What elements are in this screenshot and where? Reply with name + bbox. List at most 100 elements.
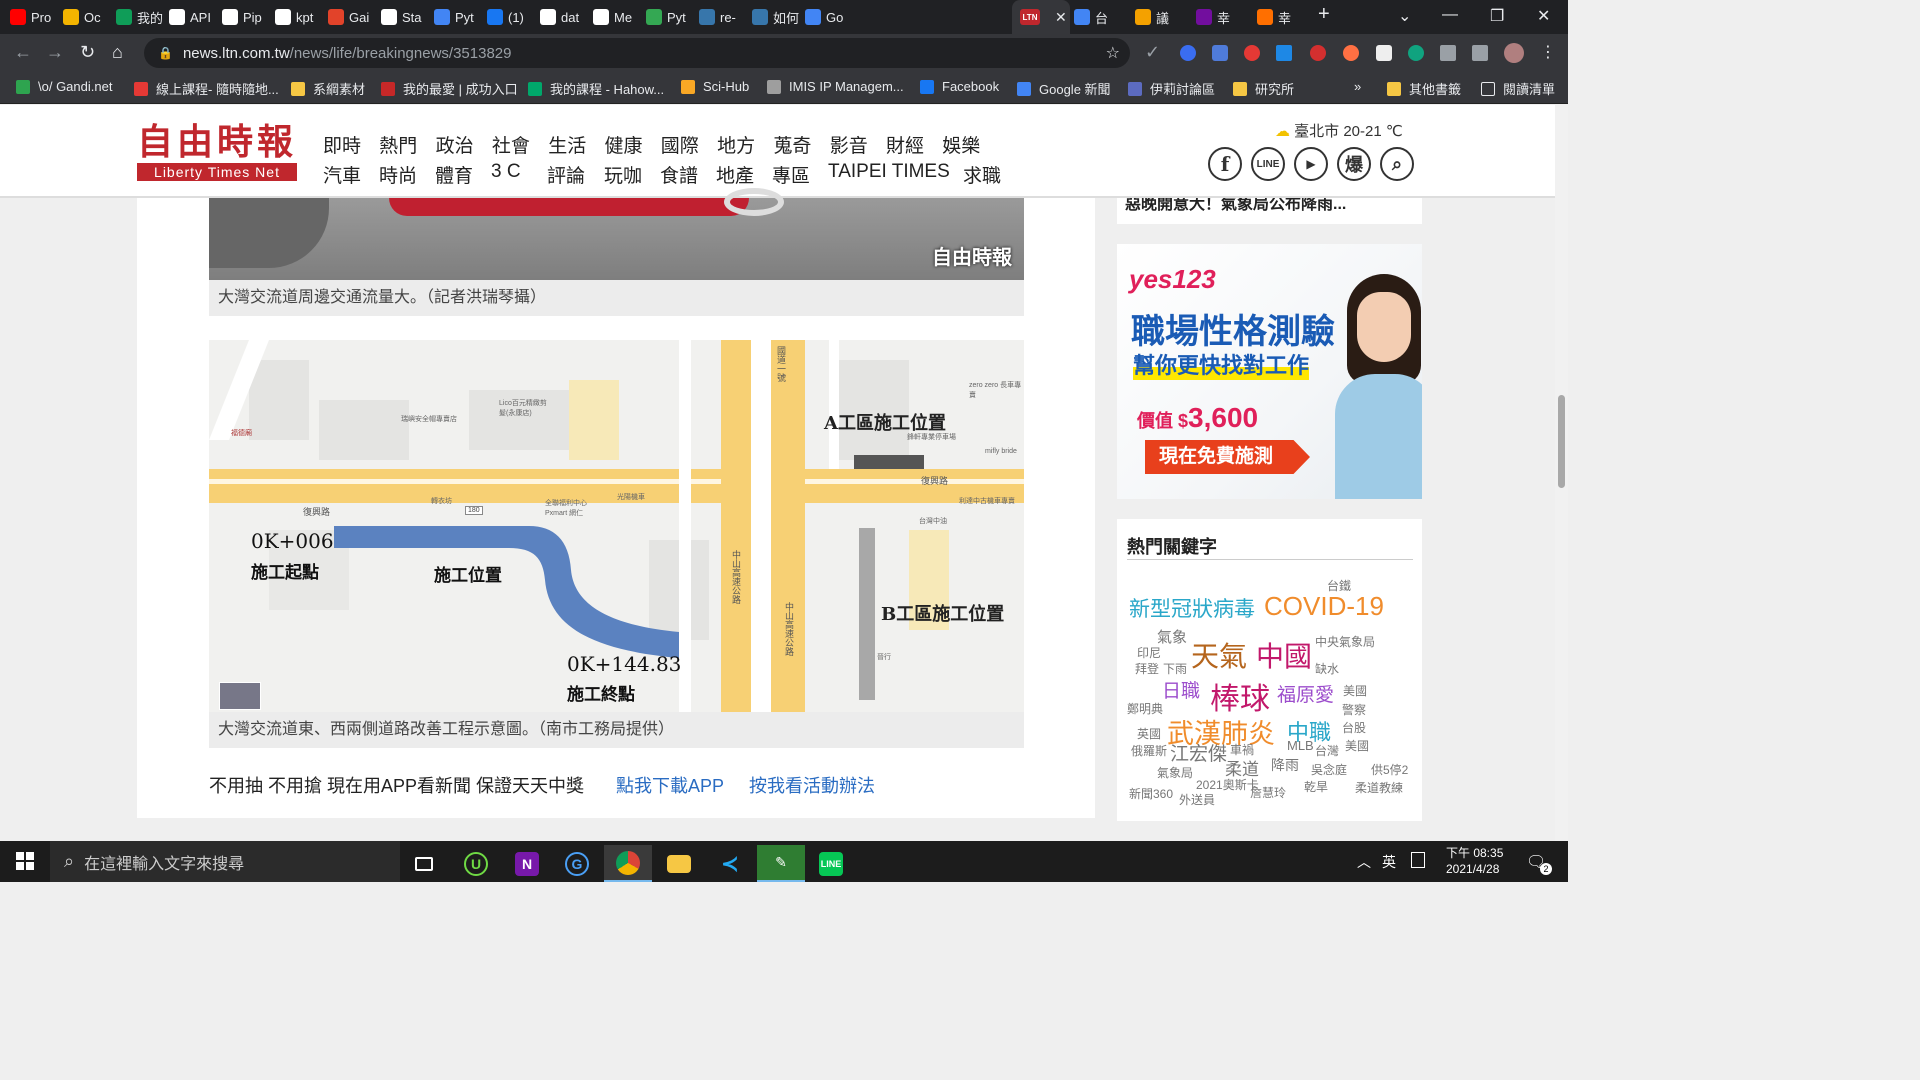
extension-icon[interactable] <box>1408 45 1424 61</box>
nav-menu-item[interactable]: 國際 <box>661 131 699 158</box>
tab-search-icon[interactable]: ⌄ <box>1398 6 1411 26</box>
browser-tab[interactable]: Oc <box>63 4 112 30</box>
nav-menu-item[interactable]: 娛樂 <box>942 131 980 158</box>
keyword-tag[interactable]: 鄭明典 <box>1127 700 1163 717</box>
extension-icon[interactable] <box>1343 45 1359 61</box>
more-menu-icon[interactable]: ⋮ <box>1540 42 1556 62</box>
nav-menu-item[interactable]: 時尚 <box>379 161 417 188</box>
bookmark-item[interactable]: 伊莉討論區 <box>1128 79 1215 98</box>
keyword-tag[interactable]: 詹慧玲 <box>1250 784 1286 801</box>
notion-extension-icon[interactable] <box>1376 45 1392 61</box>
keyword-tag[interactable]: 台灣 <box>1315 742 1339 759</box>
keyword-tag[interactable]: 印尼 <box>1137 644 1161 661</box>
weather-widget[interactable]: ☁ 臺北市 20-21 ℃ <box>1275 120 1403 141</box>
ltn-logo[interactable]: 自由時報 Liberty Times Net <box>137 121 297 183</box>
keyword-tag[interactable]: 江宏傑 <box>1170 739 1227 766</box>
keyword-tag[interactable]: 中國 <box>1256 635 1312 675</box>
windows-start-icon[interactable] <box>16 852 34 870</box>
nav-menu-item[interactable]: TAIPEI TIMES <box>828 161 950 183</box>
nav-menu-item[interactable]: 地方 <box>717 131 755 158</box>
file-explorer-app-icon[interactable] <box>655 845 703 882</box>
extension-icon[interactable] <box>1244 45 1260 61</box>
minimize-icon[interactable]: — <box>1442 6 1458 24</box>
task-view-icon[interactable] <box>400 845 448 882</box>
download-app-link[interactable]: 點我下載APP <box>616 772 724 798</box>
keyword-tag[interactable]: 福原愛 <box>1277 680 1334 707</box>
browser-tab[interactable]: re- <box>699 4 748 30</box>
keyword-tag[interactable]: 缺水 <box>1315 660 1339 677</box>
browser-tab[interactable]: Go <box>805 4 854 30</box>
close-window-icon[interactable]: ✕ <box>1537 6 1550 26</box>
new-tab-button[interactable]: + <box>1318 3 1330 26</box>
bookmark-item[interactable]: 我的課程 - Hahow... <box>528 79 664 98</box>
keyword-tag[interactable]: 柔道教練 <box>1355 779 1403 796</box>
nav-menu-item[interactable]: 即時 <box>323 131 361 158</box>
pen-app-icon[interactable]: ✎ <box>757 845 805 882</box>
nav-menu-item[interactable]: 社會 <box>492 131 530 158</box>
browser-tab[interactable]: (1) <box>487 4 536 30</box>
browser-tab[interactable]: kpt <box>275 4 324 30</box>
extension-icon[interactable] <box>1276 45 1292 61</box>
nav-menu-item[interactable]: 體育 <box>435 161 473 188</box>
close-tab-icon[interactable]: ✕ <box>1055 9 1067 26</box>
nav-menu-item[interactable]: 生活 <box>548 131 586 158</box>
line-icon[interactable]: LINE <box>1251 147 1285 181</box>
browser-tab[interactable]: 幸 <box>1257 4 1314 30</box>
onenote-app-icon[interactable]: N <box>503 845 551 882</box>
bookmark-item[interactable]: IMIS IP Managem... <box>767 79 904 94</box>
grammarly-app-icon[interactable]: G <box>553 845 601 882</box>
tray-expand-icon[interactable]: ︿ <box>1357 852 1371 872</box>
nav-menu-item[interactable]: 3 C <box>491 161 521 183</box>
extension-icon[interactable] <box>1180 45 1196 61</box>
vscode-app-icon[interactable]: ≺ <box>706 845 754 882</box>
nav-menu-item[interactable]: 求職 <box>963 161 1001 188</box>
browser-tab[interactable]: 如何 <box>752 4 801 30</box>
sidebar-news-item[interactable]: 惡晚開意大！氣象局公布降雨... <box>1117 198 1422 224</box>
browser-tab[interactable]: 我的 <box>116 4 165 30</box>
clock-date[interactable]: 2021/4/28 <box>1446 862 1499 876</box>
reading-list[interactable]: 閱讀清單 <box>1481 79 1555 98</box>
keyword-tag[interactable]: 美國 <box>1343 682 1367 699</box>
keyword-tag[interactable]: 氣象 <box>1157 626 1187 647</box>
bookmark-item[interactable]: 線上課程- 隨時隨地... <box>134 79 279 98</box>
active-tab[interactable]: LTN ✕ <box>1012 0 1070 34</box>
bookmark-item[interactable]: 系綱素材 <box>291 79 365 98</box>
nav-menu-item[interactable]: 財經 <box>886 131 924 158</box>
keyword-tag[interactable]: 氣象局 <box>1157 764 1193 781</box>
satellite-thumbnail[interactable] <box>219 682 261 710</box>
chrome-app-icon[interactable] <box>604 845 652 882</box>
nav-menu-item[interactable]: 玩咖 <box>604 161 642 188</box>
site-search-icon[interactable]: ⌕ <box>1380 147 1414 181</box>
keyword-tag[interactable]: 台股 <box>1342 719 1366 736</box>
keyword-tag[interactable]: 新聞360 <box>1129 785 1173 802</box>
nav-menu-item[interactable]: 食譜 <box>660 161 698 188</box>
keyword-tag[interactable]: 英國 <box>1137 725 1161 742</box>
keyword-tag[interactable]: 下雨 <box>1163 660 1187 677</box>
keyword-tag[interactable]: 乾旱 <box>1304 778 1328 795</box>
maximize-icon[interactable]: ❐ <box>1490 6 1504 26</box>
reading-mode-icon[interactable] <box>1472 45 1488 61</box>
back-icon[interactable]: ← <box>14 42 32 63</box>
browser-tab[interactable]: 台 <box>1074 4 1131 30</box>
keyword-tag[interactable]: 降雨 <box>1271 755 1299 775</box>
keyword-tag[interactable]: 天氣 <box>1191 635 1247 675</box>
facebook-icon[interactable]: f <box>1208 147 1242 181</box>
bookmark-item[interactable]: 研究所 <box>1233 79 1294 98</box>
bookmark-item[interactable]: 我的最愛 | 成功入口 <box>381 79 518 98</box>
yes123-ad-banner[interactable]: yes123 職場性格測驗 幫你更快找對工作 價值 $3,600 現在免費施測 <box>1117 244 1422 499</box>
browser-tab[interactable]: Pyt <box>434 4 483 30</box>
keyword-tag[interactable]: COVID-19 <box>1264 591 1384 622</box>
page-scrollbar[interactable] <box>1555 105 1568 841</box>
upwork-app-icon[interactable]: U <box>452 845 500 882</box>
check-extension-icon[interactable]: ✓ <box>1145 42 1160 63</box>
address-bar[interactable]: 🔒 news.ltn.com.tw /news/life/breakingnew… <box>144 38 1130 68</box>
article-photo[interactable]: 自由時報 <box>209 188 1024 280</box>
nav-menu-item[interactable]: 評論 <box>547 161 585 188</box>
ad-cta-button[interactable]: 現在免費施測 <box>1145 440 1310 474</box>
nav-menu-item[interactable]: 專區 <box>772 161 810 188</box>
bookmark-item[interactable]: Google 新聞 <box>1017 79 1111 98</box>
browser-tab[interactable]: dat <box>540 4 589 30</box>
reload-icon[interactable]: ↻ <box>80 42 95 63</box>
nav-menu-item[interactable]: 蒐奇 <box>773 131 811 158</box>
nav-menu-item[interactable]: 汽車 <box>323 161 361 188</box>
